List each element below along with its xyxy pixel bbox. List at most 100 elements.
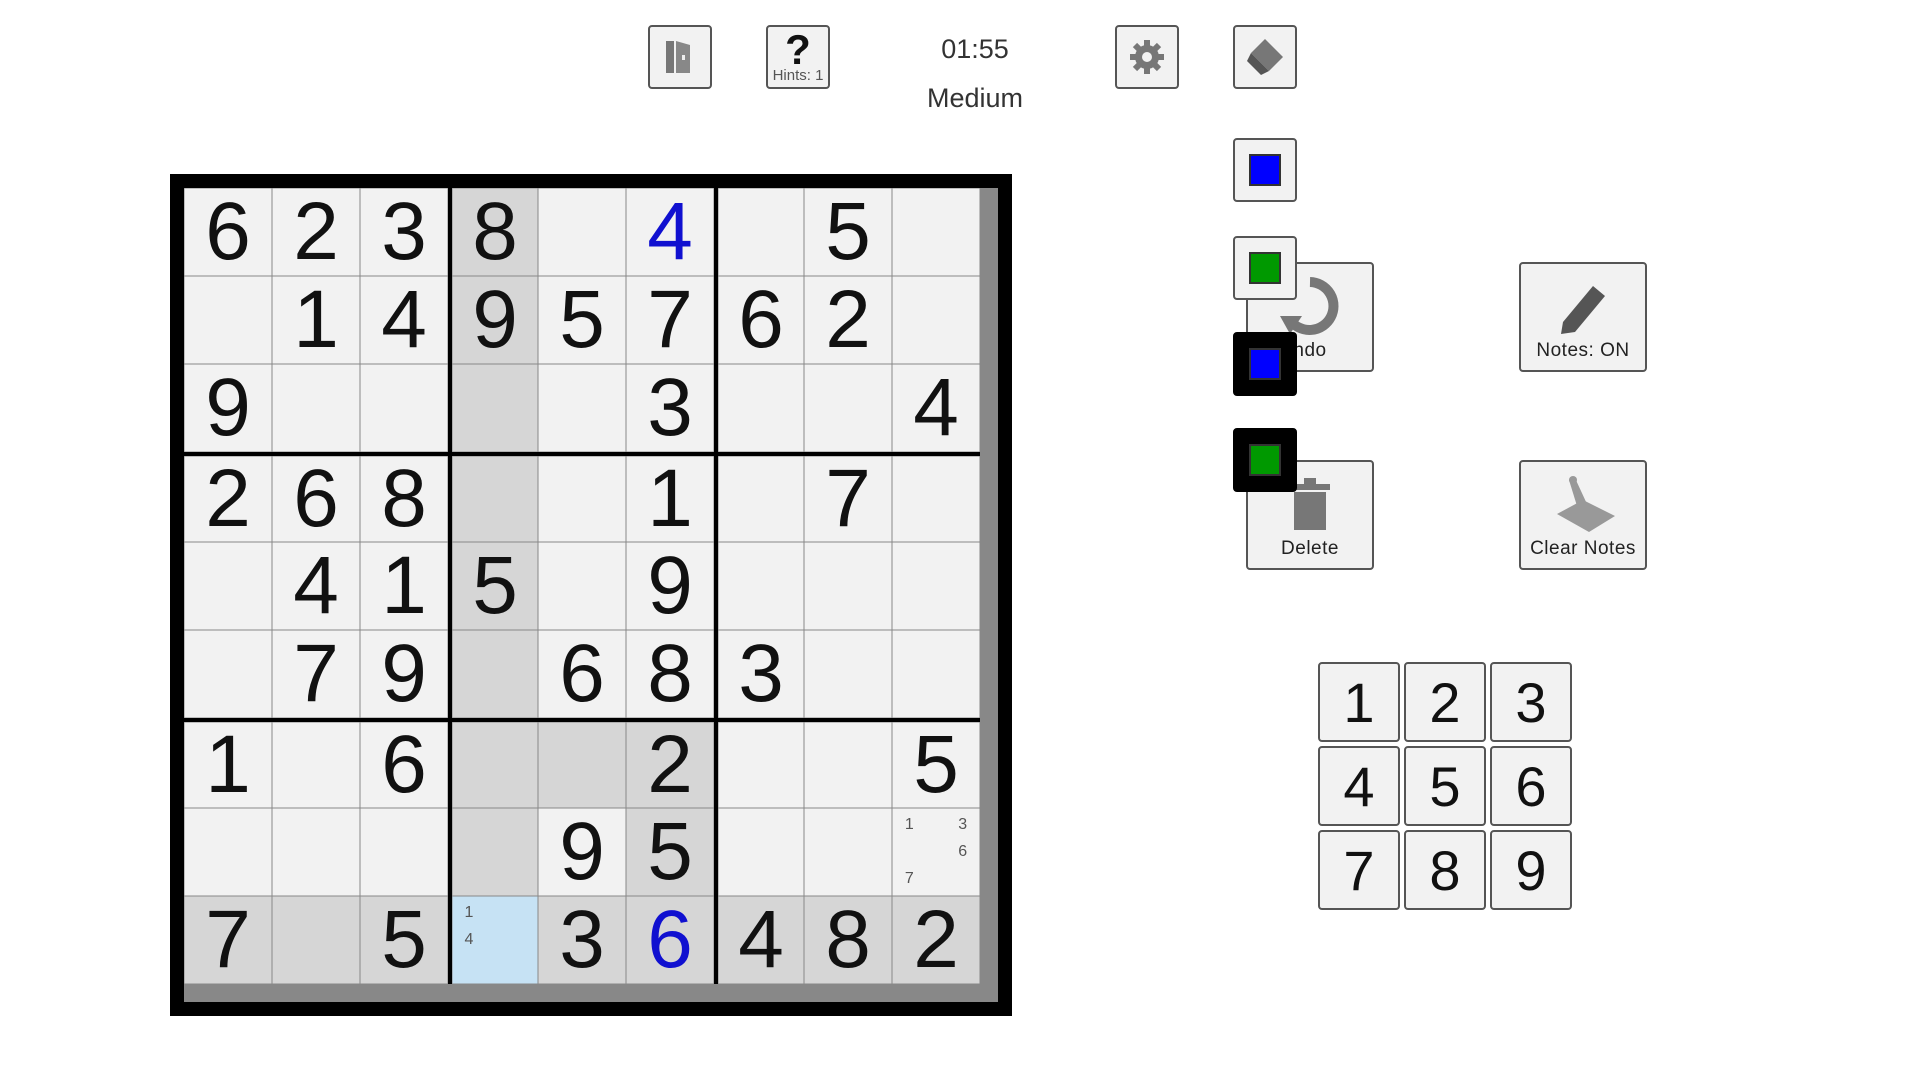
cell-r9-c3[interactable]: 5 (360, 896, 448, 984)
cell-r8-c6[interactable]: 5 (626, 808, 714, 896)
cell-r1-c5[interactable] (538, 188, 626, 276)
cell-r8-c2[interactable] (272, 808, 360, 896)
cell-r2-c6[interactable]: 7 (626, 276, 714, 364)
cell-r9-c8[interactable]: 8 (804, 896, 892, 984)
cell-r7-c1[interactable]: 1 (184, 718, 272, 808)
cell-r9-c1[interactable]: 7 (184, 896, 272, 984)
number-button-9[interactable]: 9 (1490, 830, 1572, 910)
cell-r2-c8[interactable]: 2 (804, 276, 892, 364)
eraser-button[interactable] (1233, 25, 1297, 89)
cell-r5-c6[interactable]: 9 (626, 542, 714, 630)
number-button-8[interactable]: 8 (1404, 830, 1486, 910)
cell-r8-c1[interactable] (184, 808, 272, 896)
cell-r7-c5[interactable] (538, 718, 626, 808)
cell-r6-c9[interactable] (892, 630, 980, 718)
number-button-3[interactable]: 3 (1490, 662, 1572, 742)
cell-r9-c4[interactable]: 14 (448, 896, 538, 984)
cell-r2-c3[interactable]: 4 (360, 276, 448, 364)
cell-r2-c9[interactable] (892, 276, 980, 364)
cell-r8-c8[interactable] (804, 808, 892, 896)
color-swatch-green-dark[interactable] (1233, 428, 1297, 492)
cell-r3-c8[interactable] (804, 364, 892, 452)
cell-r1-c1[interactable]: 6 (184, 188, 272, 276)
cell-r9-c2[interactable] (272, 896, 360, 984)
cell-r1-c7[interactable] (714, 188, 804, 276)
cell-r7-c6[interactable]: 2 (626, 718, 714, 808)
cell-r3-c9[interactable]: 4 (892, 364, 980, 452)
notes-button[interactable]: Notes: ON (1519, 262, 1647, 372)
cell-r3-c1[interactable]: 9 (184, 364, 272, 452)
cell-r6-c1[interactable] (184, 630, 272, 718)
exit-button[interactable] (648, 25, 712, 89)
cell-r4-c1[interactable]: 2 (184, 452, 272, 542)
cell-r2-c1[interactable] (184, 276, 272, 364)
number-button-7[interactable]: 7 (1318, 830, 1400, 910)
cell-r8-c3[interactable] (360, 808, 448, 896)
cell-r7-c2[interactable] (272, 718, 360, 808)
cell-r9-c5[interactable]: 3 (538, 896, 626, 984)
cell-r4-c3[interactable]: 8 (360, 452, 448, 542)
cell-r2-c5[interactable]: 5 (538, 276, 626, 364)
cell-r6-c8[interactable] (804, 630, 892, 718)
cell-r1-c8[interactable]: 5 (804, 188, 892, 276)
cell-r9-c6[interactable]: 6 (626, 896, 714, 984)
cell-r5-c9[interactable] (892, 542, 980, 630)
cell-r7-c3[interactable]: 6 (360, 718, 448, 808)
cell-r4-c2[interactable]: 6 (272, 452, 360, 542)
cell-r3-c6[interactable]: 3 (626, 364, 714, 452)
number-button-2[interactable]: 2 (1404, 662, 1486, 742)
cell-r2-c4[interactable]: 9 (448, 276, 538, 364)
cell-r8-c5[interactable]: 9 (538, 808, 626, 896)
cell-r4-c5[interactable] (538, 452, 626, 542)
clear-notes-button[interactable]: Clear Notes (1519, 460, 1647, 570)
cell-r5-c5[interactable] (538, 542, 626, 630)
cell-r6-c4[interactable] (448, 630, 538, 718)
cell-r8-c7[interactable] (714, 808, 804, 896)
cell-r5-c3[interactable]: 1 (360, 542, 448, 630)
cell-r2-c2[interactable]: 1 (272, 276, 360, 364)
number-button-4[interactable]: 4 (1318, 746, 1400, 826)
cell-r2-c7[interactable]: 6 (714, 276, 804, 364)
color-swatch-blue-active[interactable] (1233, 138, 1297, 202)
number-button-5[interactable]: 5 (1404, 746, 1486, 826)
cell-r5-c7[interactable] (714, 542, 804, 630)
color-swatch-green[interactable] (1233, 236, 1297, 300)
cell-r1-c9[interactable] (892, 188, 980, 276)
cell-r4-c8[interactable]: 7 (804, 452, 892, 542)
cell-r1-c4[interactable]: 8 (448, 188, 538, 276)
cell-r4-c4[interactable] (448, 452, 538, 542)
cell-r1-c3[interactable]: 3 (360, 188, 448, 276)
cell-r9-c7[interactable]: 4 (714, 896, 804, 984)
cell-r7-c4[interactable] (448, 718, 538, 808)
cell-r4-c9[interactable] (892, 452, 980, 542)
cell-r7-c9[interactable]: 5 (892, 718, 980, 808)
cell-r5-c2[interactable]: 4 (272, 542, 360, 630)
cell-r5-c4[interactable]: 5 (448, 542, 538, 630)
cell-r8-c9[interactable]: 1 3 6 7 (892, 808, 980, 896)
cell-r6-c6[interactable]: 8 (626, 630, 714, 718)
cell-r9-c9[interactable]: 2 (892, 896, 980, 984)
cell-r4-c6[interactable]: 1 (626, 452, 714, 542)
color-swatch-blue-dark[interactable] (1233, 332, 1297, 396)
cell-r5-c8[interactable] (804, 542, 892, 630)
cell-r1-c2[interactable]: 2 (272, 188, 360, 276)
number-button-1[interactable]: 1 (1318, 662, 1400, 742)
cell-r6-c2[interactable]: 7 (272, 630, 360, 718)
cell-r7-c8[interactable] (804, 718, 892, 808)
cell-r6-c5[interactable]: 6 (538, 630, 626, 718)
cell-r7-c7[interactable] (714, 718, 804, 808)
cell-r8-c4[interactable] (448, 808, 538, 896)
cell-r3-c3[interactable] (360, 364, 448, 452)
cell-r6-c3[interactable]: 9 (360, 630, 448, 718)
cell-r4-c7[interactable] (714, 452, 804, 542)
hint-button[interactable]: ? Hints: 1 (766, 25, 830, 89)
cell-r3-c7[interactable] (714, 364, 804, 452)
cell-r5-c1[interactable] (184, 542, 272, 630)
cell-r3-c4[interactable] (448, 364, 538, 452)
number-button-6[interactable]: 6 (1490, 746, 1572, 826)
cell-r1-c6[interactable]: 4 (626, 188, 714, 276)
cell-r3-c2[interactable] (272, 364, 360, 452)
cell-r6-c7[interactable]: 3 (714, 630, 804, 718)
cell-r3-c5[interactable] (538, 364, 626, 452)
settings-button[interactable] (1115, 25, 1179, 89)
